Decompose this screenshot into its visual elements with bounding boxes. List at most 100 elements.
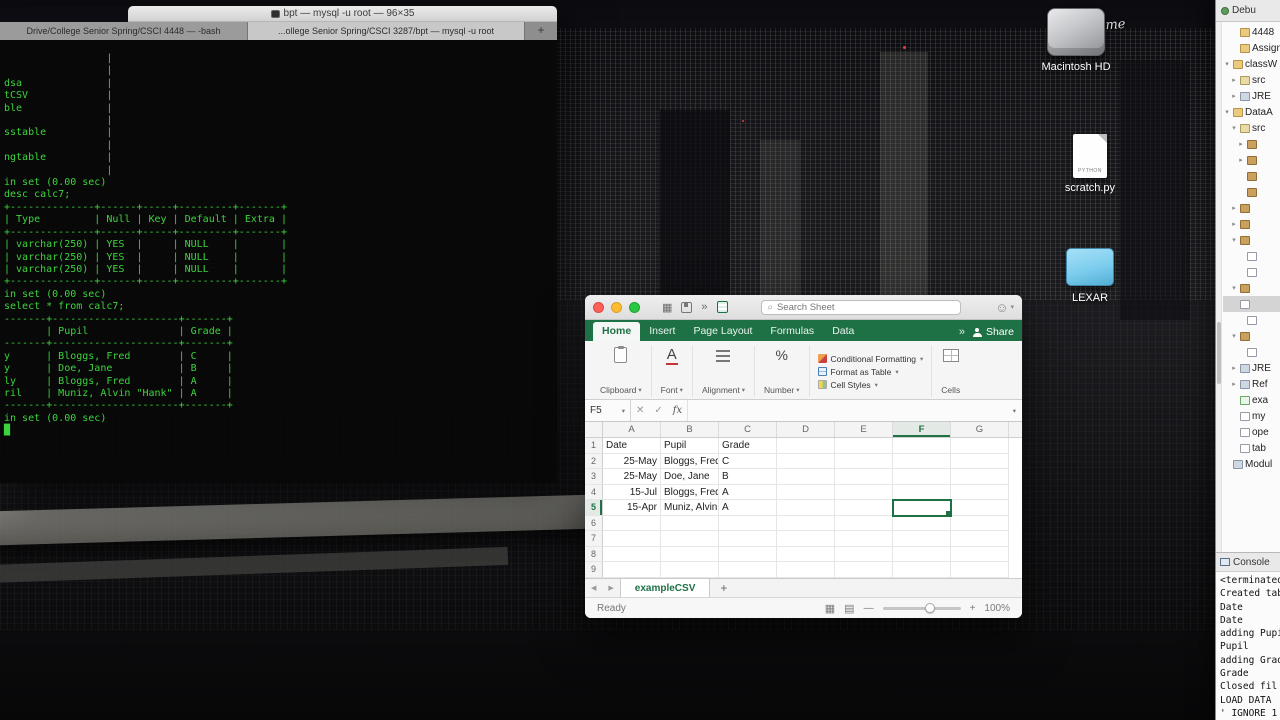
console-tab[interactable]: Console: [1216, 552, 1280, 572]
cell-C4[interactable]: A: [719, 484, 777, 500]
cell-B7[interactable]: [661, 531, 719, 547]
zoom-in-icon[interactable]: +: [970, 603, 976, 614]
cell-B9[interactable]: [661, 562, 719, 578]
tree-item-tab[interactable]: tab: [1223, 440, 1280, 456]
cell-D4[interactable]: [777, 484, 835, 500]
tree-item-src[interactable]: ▸ src: [1223, 72, 1280, 88]
zoom-out-icon[interactable]: —: [864, 603, 874, 614]
tree-item-jre[interactable]: ▸ JRE: [1223, 360, 1280, 376]
cell-D3[interactable]: [777, 469, 835, 485]
row-header-9[interactable]: 9: [585, 562, 603, 578]
row-header-6[interactable]: 6: [585, 515, 603, 531]
tree-expand-icon[interactable]: ▸: [1230, 364, 1238, 372]
cell-F3[interactable]: [893, 469, 951, 485]
ribbon-tab-page-layout[interactable]: Page Layout: [684, 322, 761, 341]
ribbon-group-cells[interactable]: Cells: [932, 346, 969, 397]
tree-item[interactable]: ▸: [1223, 152, 1280, 168]
row-header-3[interactable]: 3: [585, 469, 603, 485]
cell-E6[interactable]: [835, 515, 893, 531]
tree-expand-icon[interactable]: ▾: [1223, 108, 1231, 116]
row-header-8[interactable]: 8: [585, 546, 603, 562]
cell-E4[interactable]: [835, 484, 893, 500]
row-header-1[interactable]: 1: [585, 438, 603, 454]
tree-item[interactable]: [1223, 296, 1280, 312]
cell-E9[interactable]: [835, 562, 893, 578]
desktop-icon-macintosh-hd[interactable]: Macintosh HD: [1030, 8, 1122, 73]
tree-expand-icon[interactable]: ▸: [1237, 156, 1245, 164]
cell-G5[interactable]: [951, 500, 1009, 516]
column-header-B[interactable]: B: [661, 422, 719, 437]
zoom-slider[interactable]: [882, 603, 961, 613]
tree-item[interactable]: [1223, 264, 1280, 280]
cell-G2[interactable]: [951, 453, 1009, 469]
cell-F7[interactable]: [893, 531, 951, 547]
ribbon-tab-formulas[interactable]: Formulas: [761, 322, 823, 341]
column-header-F[interactable]: F: [893, 422, 951, 437]
cell-F6[interactable]: [893, 515, 951, 531]
cell-E7[interactable]: [835, 531, 893, 547]
normal-view-icon[interactable]: ▦: [825, 602, 835, 615]
ribbon-group-clipboard[interactable]: Clipboard ▾: [591, 346, 652, 397]
enter-icon[interactable]: ✓: [649, 405, 667, 416]
cell-A6[interactable]: [603, 515, 661, 531]
ribbon-tab-home[interactable]: Home: [593, 322, 641, 341]
add-sheet-button[interactable]: +: [710, 581, 737, 595]
tree-expand-icon[interactable]: ▸: [1230, 204, 1238, 212]
row-header-4[interactable]: 4: [585, 484, 603, 500]
formula-input[interactable]: [687, 400, 1007, 421]
minimize-button[interactable]: [611, 301, 622, 313]
row-header-2[interactable]: 2: [585, 453, 603, 469]
cell-G3[interactable]: [951, 469, 1009, 485]
cell-A2[interactable]: 25-May: [603, 453, 661, 469]
console-output[interactable]: <terminated:Created tabDateDateadding Pu…: [1220, 574, 1280, 720]
ribbon-group-font[interactable]: A Font ▾: [652, 346, 693, 397]
tree-expand-icon[interactable]: ▾: [1230, 236, 1238, 244]
eclipse-toolbar[interactable]: Debu: [1216, 0, 1280, 22]
cell-C2[interactable]: C: [719, 453, 777, 469]
cell-G7[interactable]: [951, 531, 1009, 547]
cell-G1[interactable]: [951, 438, 1009, 454]
cell-D1[interactable]: [777, 438, 835, 454]
cell-B4[interactable]: Bloggs, Fred: [661, 484, 719, 500]
cell-E3[interactable]: [835, 469, 893, 485]
tree-expand-icon[interactable]: ▾: [1230, 124, 1238, 132]
tree-item-4448[interactable]: 4448: [1223, 24, 1280, 40]
save-icon[interactable]: [681, 301, 693, 313]
cell-F9[interactable]: [893, 562, 951, 578]
toolbar-overflow-icon[interactable]: »: [701, 301, 707, 313]
tree-expand-icon[interactable]: ▸: [1230, 92, 1238, 100]
tree-item-ref[interactable]: ▸ Ref: [1223, 376, 1280, 392]
new-tab-button[interactable]: +: [525, 22, 557, 40]
ribbon-group-number[interactable]: % Number ▾: [755, 346, 810, 397]
tree-item[interactable]: ▾: [1223, 280, 1280, 296]
feedback-smiley-button[interactable]: ☺ ▾: [995, 300, 1014, 315]
function-icon[interactable]: fx: [668, 405, 687, 416]
tree-expand-icon[interactable]: ▸: [1230, 380, 1238, 388]
tree-item-exa[interactable]: exa: [1223, 392, 1280, 408]
row-header-7[interactable]: 7: [585, 531, 603, 547]
cell-G8[interactable]: [951, 546, 1009, 562]
tree-item-my[interactable]: my: [1223, 408, 1280, 424]
cell-D6[interactable]: [777, 515, 835, 531]
column-header-C[interactable]: C: [719, 422, 777, 437]
terminal-tab-2[interactable]: ...ollege Senior Spring/CSCI 3287/bpt — …: [248, 22, 525, 40]
desktop-icon-scratch-py[interactable]: PYTHON scratch.py: [1046, 134, 1134, 194]
column-header-D[interactable]: D: [777, 422, 835, 437]
cell-A4[interactable]: 15-Jul: [603, 484, 661, 500]
ribbon-tab-data[interactable]: Data: [823, 322, 863, 341]
cell-D8[interactable]: [777, 546, 835, 562]
cell-D9[interactable]: [777, 562, 835, 578]
close-button[interactable]: [593, 301, 604, 313]
cell-B8[interactable]: [661, 546, 719, 562]
ribbon-tab-insert[interactable]: Insert: [640, 322, 684, 341]
cell-F8[interactable]: [893, 546, 951, 562]
tree-expand-icon[interactable]: ▾: [1230, 332, 1238, 340]
cell-E1[interactable]: [835, 438, 893, 454]
cell-C8[interactable]: [719, 546, 777, 562]
tree-item[interactable]: ▾: [1223, 328, 1280, 344]
desktop-icon-lexar[interactable]: LEXAR: [1046, 248, 1134, 304]
tree-expand-icon[interactable]: ▸: [1230, 220, 1238, 228]
ribbon-group-alignment[interactable]: Alignment ▾: [693, 346, 756, 397]
zoom-button[interactable]: [629, 301, 640, 313]
tree-item-src[interactable]: ▾ src: [1223, 120, 1280, 136]
